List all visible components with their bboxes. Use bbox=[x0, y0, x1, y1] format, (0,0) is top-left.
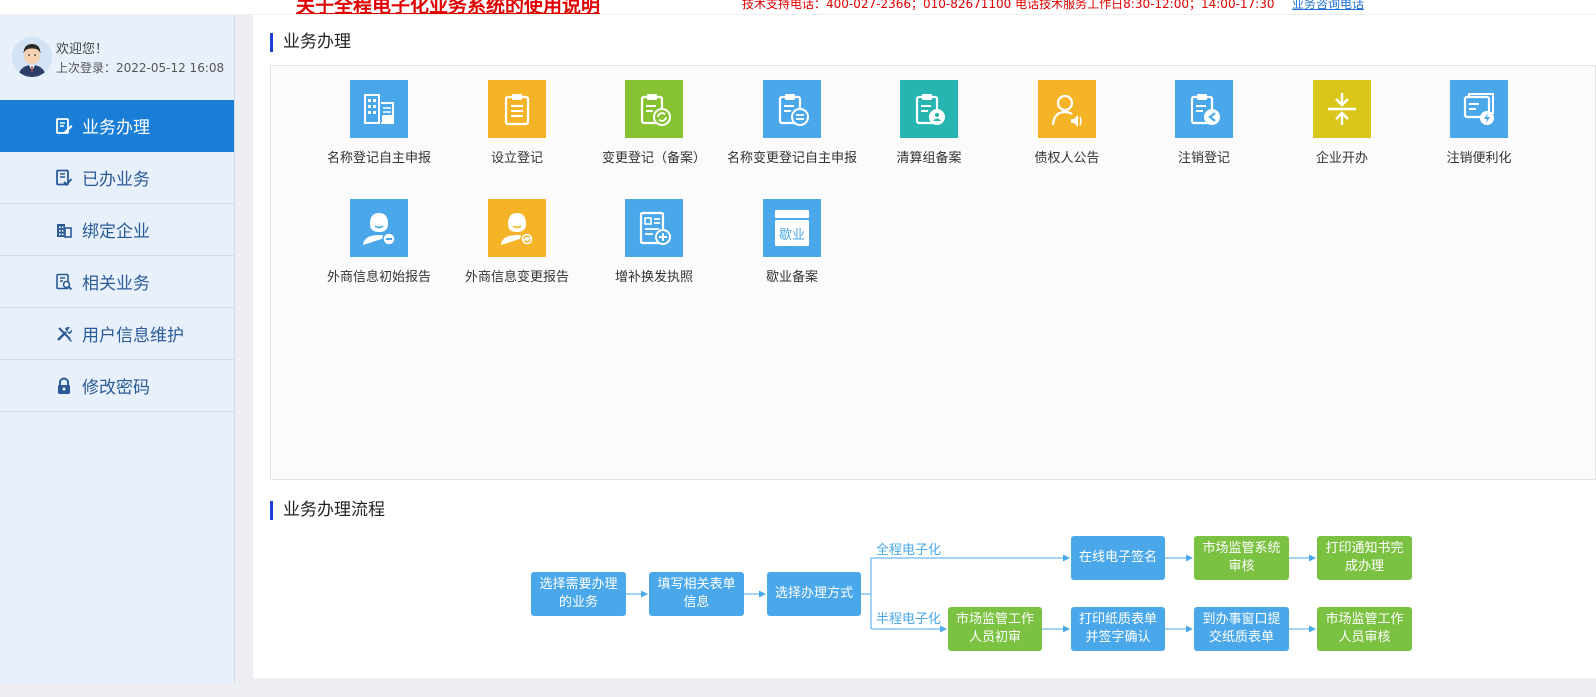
doc-check-icon bbox=[54, 168, 74, 188]
sidebar-item-label: 业务办理 bbox=[82, 118, 150, 138]
sidebar-item-change-password[interactable]: 修改密码 bbox=[0, 360, 234, 412]
notice-title-link[interactable]: 关于全程电子化业务系统的使用说明 bbox=[296, 0, 600, 14]
sidebar-item-label: 相关业务 bbox=[82, 274, 150, 294]
step-system-review: 市场监管系统审核 bbox=[1194, 536, 1289, 580]
step-print-notice: 打印通知书完成办理 bbox=[1317, 536, 1412, 580]
consult-phone-link[interactable]: 业务咨询电话 bbox=[1292, 0, 1364, 12]
sidebar: 欢迎您！ 上次登录：2022-05-12 16:08 业务办理 已办业务 绑定企… bbox=[0, 15, 235, 683]
full-electronic-label: 全程电子化 bbox=[876, 543, 942, 558]
main-content: 业务办理 名称登记自主申报 设立登记 变更登记（备案） 名称变更登记自主申报 清… bbox=[253, 15, 1596, 678]
doc-search-icon bbox=[54, 272, 74, 292]
sidebar-item-label: 修改密码 bbox=[82, 378, 150, 398]
sidebar-item-label: 用户信息维护 bbox=[82, 326, 184, 346]
sidebar-nav: 业务办理 已办业务 绑定企业 相关业务 用户信息维护 修改密码 bbox=[0, 100, 234, 412]
step-initial-review: 市场监管工作人员初审 bbox=[948, 607, 1042, 651]
step-final-review: 市场监管工作人员审核 bbox=[1317, 607, 1412, 651]
sidebar-item-related[interactable]: 相关业务 bbox=[0, 256, 234, 308]
step-online-signature: 在线电子签名 bbox=[1071, 536, 1165, 580]
building-icon bbox=[54, 220, 74, 240]
sidebar-item-business[interactable]: 业务办理 bbox=[0, 100, 234, 152]
step-select-business: 选择需要办理的业务 bbox=[531, 572, 626, 616]
step-print-paper-form: 打印纸质表单并签字确认 bbox=[1071, 607, 1165, 651]
step-choose-method: 选择办理方式 bbox=[767, 572, 861, 616]
sidebar-item-label: 已办业务 bbox=[82, 170, 150, 190]
last-login-text: 上次登录：2022-05-12 16:08 bbox=[56, 61, 225, 75]
edit-doc-icon bbox=[54, 116, 74, 136]
sidebar-item-user-info[interactable]: 用户信息维护 bbox=[0, 308, 234, 360]
sidebar-item-label: 绑定企业 bbox=[82, 222, 150, 242]
sidebar-item-done[interactable]: 已办业务 bbox=[0, 152, 234, 204]
top-notice-bar: 关于全程电子化业务系统的使用说明 技术支持电话：400-027-2366；010… bbox=[0, 0, 1596, 14]
half-electronic-label: 半程电子化 bbox=[876, 612, 942, 627]
sidebar-item-bind-company[interactable]: 绑定企业 bbox=[0, 204, 234, 256]
welcome-text: 欢迎您！ bbox=[56, 42, 109, 57]
lock-icon bbox=[54, 376, 74, 396]
avatar bbox=[12, 37, 52, 77]
step-submit-paper-form: 到办事窗口提交纸质表单 bbox=[1194, 607, 1289, 651]
step-fill-forms: 填写相关表单信息 bbox=[649, 572, 744, 616]
support-phone-text: 技术支持电话：400-027-2366；010-82671100 电话技术服务工… bbox=[742, 0, 1275, 11]
tools-icon bbox=[54, 324, 74, 344]
